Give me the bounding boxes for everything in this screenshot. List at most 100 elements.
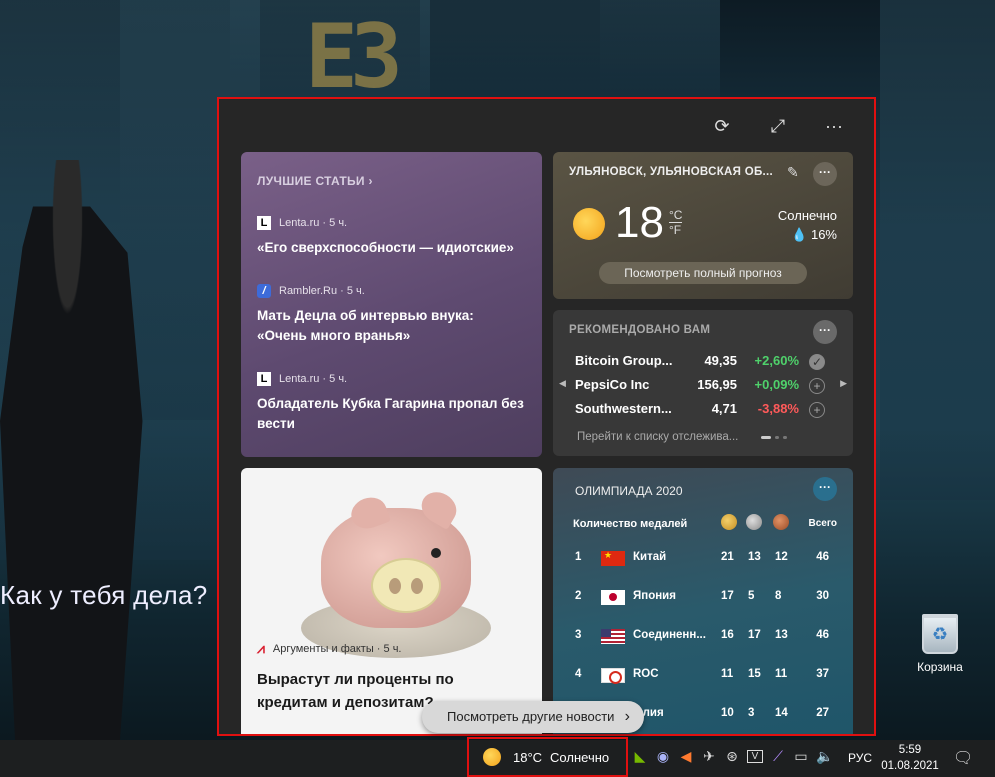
recycle-bin-label: Корзина xyxy=(917,660,963,674)
stock-change: -3,88% xyxy=(757,401,799,416)
stock-name: Bitcoin Group... xyxy=(575,353,673,368)
edit-location-icon[interactable]: ✎ xyxy=(787,164,799,181)
medal-row[interactable]: 2 Япония 17 5 8 30 xyxy=(575,590,841,606)
desktop-greeting: Как у тебя дела? xyxy=(0,580,208,610)
stock-price: 156,95 xyxy=(697,377,737,392)
stock-price: 4,71 xyxy=(711,401,737,416)
story-source: Rambler.Ru · 5 ч. xyxy=(279,285,365,297)
stock-row[interactable]: Southwestern... 4,71 -3,88% + xyxy=(575,401,825,421)
weather-temperature: 18 xyxy=(615,198,664,247)
recycle-bin[interactable]: Корзина xyxy=(912,614,968,674)
story-item[interactable]: L Lenta.ru · 5 ч. Обладатель Кубка Гагари… xyxy=(257,372,526,434)
top-stories-header[interactable]: ЛУЧШИЕ СТАТЬИ › xyxy=(257,174,526,188)
bronze-count: 8 xyxy=(775,590,782,602)
story-title[interactable]: Обладатель Кубка Гагарина пропал без вес… xyxy=(257,394,526,434)
stocks-header: РЕКОМЕНДОВАНО ВАМ xyxy=(569,324,711,336)
rank: 1 xyxy=(575,551,582,563)
silver-count: 5 xyxy=(748,590,755,602)
language-indicator[interactable]: РУС xyxy=(848,751,872,765)
sun-icon xyxy=(573,208,605,240)
next-arrow-icon[interactable]: ▶ xyxy=(840,378,847,389)
full-forecast-button[interactable]: Посмотреть полный прогноз xyxy=(599,262,807,284)
bronze-count: 12 xyxy=(775,551,788,563)
airplane-icon[interactable]: ✈ xyxy=(701,748,717,765)
total-label: Всего xyxy=(808,518,838,529)
prev-arrow-icon[interactable]: ◀ xyxy=(559,378,566,389)
nvidia-icon[interactable]: ◣ xyxy=(632,748,648,765)
clock[interactable]: 5:59 01.08.2021 xyxy=(880,742,940,774)
stock-row[interactable]: PepsiCo Inc 156,95 +0,09% + xyxy=(575,377,825,397)
stock-change: +2,60% xyxy=(754,353,799,368)
country: ROC xyxy=(633,668,659,680)
more-news-label: Посмотреть другие новости xyxy=(447,709,615,724)
clock-time: 5:59 xyxy=(898,744,922,756)
country: Япония xyxy=(633,590,676,602)
story-title[interactable]: Мать Децла об интервью внука: «Очень мно… xyxy=(257,306,526,346)
taskbar-condition: Солнечно xyxy=(550,749,610,765)
total-count: 46 xyxy=(816,629,829,641)
volume-icon[interactable]: 🔈 xyxy=(816,748,833,765)
country: Китай xyxy=(633,551,667,563)
silver-medal-icon xyxy=(746,514,762,530)
gold-count: 16 xyxy=(721,629,734,641)
expand-icon[interactable]: ⤢ xyxy=(768,116,788,137)
bronze-count: 13 xyxy=(775,629,788,641)
watchlist-check-icon[interactable]: ✓ xyxy=(809,354,825,370)
feather-icon[interactable]: ⟋ xyxy=(770,748,786,765)
country: ...лия xyxy=(633,707,664,719)
recycle-bin-icon xyxy=(922,614,958,654)
medal-row[interactable]: 4 ROC 11 15 11 37 xyxy=(575,668,841,684)
stocks-more-button[interactable]: ··· xyxy=(813,320,837,344)
story-item[interactable]: / Rambler.Ru · 5 ч. Мать Децла об интервь… xyxy=(257,284,526,346)
weather-more-button[interactable]: ··· xyxy=(813,162,837,186)
bronze-count: 14 xyxy=(775,707,788,719)
total-count: 37 xyxy=(816,668,829,680)
unit-celsius[interactable]: °C xyxy=(669,208,683,223)
weather-card[interactable]: УЛЬЯНОВСК, УЛЬЯНОВСКАЯ ОБ... ✎ ··· 18 °C… xyxy=(553,152,853,299)
olympics-more-button[interactable]: ··· xyxy=(813,477,837,501)
silver-count: 3 xyxy=(748,707,755,719)
rank: 3 xyxy=(575,629,582,641)
steam-icon[interactable]: ⊛ xyxy=(724,748,740,765)
gold-count: 11 xyxy=(721,668,734,680)
add-watchlist-icon[interactable]: + xyxy=(809,402,825,418)
silver-count: 15 xyxy=(748,668,761,680)
total-count: 27 xyxy=(816,707,829,719)
rambler-logo-icon: / xyxy=(257,284,271,298)
media-icon[interactable]: ◀ xyxy=(678,748,694,765)
widgets-panel: ⟳ ⤢ ··· ЛУЧШИЕ СТАТЬИ › L Lenta.ru · 5 ч.… xyxy=(217,97,876,736)
olympics-header: ОЛИМПИАДА 2020 xyxy=(575,484,683,498)
silver-count: 17 xyxy=(748,629,761,641)
discord-icon[interactable]: ◉ xyxy=(655,748,671,765)
watchlist-link[interactable]: Перейти к списку отслежива... xyxy=(577,431,747,443)
silver-count: 13 xyxy=(748,551,761,563)
vs-icon[interactable]: V xyxy=(747,750,763,763)
japan-flag-icon xyxy=(601,590,625,605)
news-card[interactable]: ⩘ Аргументы и факты · 5 ч. Вырастут ли пр… xyxy=(241,468,542,734)
weather-condition: Солнечно xyxy=(777,208,837,223)
sun-icon xyxy=(483,748,501,766)
news-source: Аргументы и факты · 5 ч. xyxy=(272,642,402,655)
bronze-medal-icon xyxy=(773,514,789,530)
medal-row[interactable]: 3 Соединенн... 16 17 13 46 xyxy=(575,629,841,645)
story-title[interactable]: «Его сверхспособности — идиотские» xyxy=(257,238,526,258)
gold-count: 17 xyxy=(721,590,734,602)
more-news-button[interactable]: Посмотреть другие новости › xyxy=(422,701,644,733)
stock-row[interactable]: Bitcoin Group... 49,35 +2,60% ✓ xyxy=(575,353,825,373)
network-icon[interactable]: ▭ xyxy=(793,748,809,765)
refresh-icon[interactable]: ⟳ xyxy=(712,116,732,137)
notification-center-icon[interactable]: 🗨 xyxy=(953,748,973,768)
more-options-icon[interactable]: ··· xyxy=(824,116,844,137)
lenta-logo-icon: L xyxy=(257,372,271,386)
story-item[interactable]: L Lenta.ru · 5 ч. «Его сверхспособности —… xyxy=(257,216,526,258)
total-count: 46 xyxy=(816,551,829,563)
taskbar-weather-button[interactable]: 18°C Солнечно xyxy=(467,737,628,777)
country: Соединенн... xyxy=(633,629,706,641)
weather-location: УЛЬЯНОВСК, УЛЬЯНОВСКАЯ ОБ... xyxy=(569,166,773,178)
roc-flag-icon xyxy=(601,668,625,684)
story-source: Lenta.ru · 5 ч. xyxy=(279,217,348,229)
bronze-count: 11 xyxy=(775,668,788,680)
unit-fahrenheit[interactable]: °F xyxy=(669,223,681,237)
medal-row[interactable]: 1 Китай 21 13 12 46 xyxy=(575,550,841,567)
add-watchlist-icon[interactable]: + xyxy=(809,378,825,394)
